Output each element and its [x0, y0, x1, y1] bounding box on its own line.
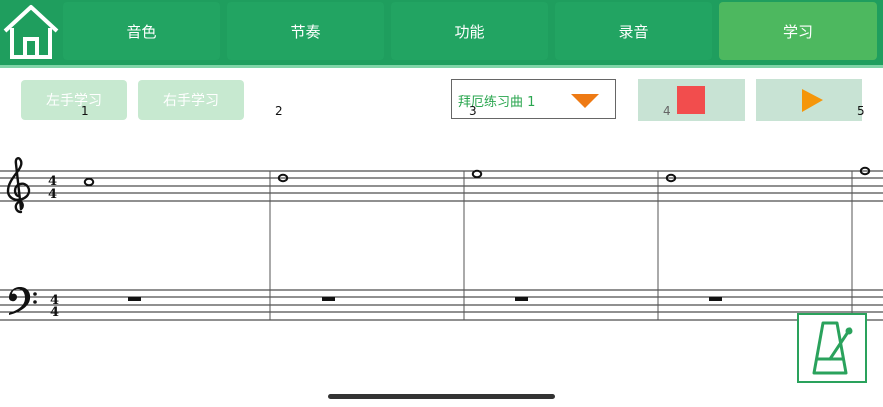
metronome-button[interactable] — [797, 313, 867, 383]
whole-rest — [709, 297, 722, 301]
bass-clef-icon — [9, 287, 37, 315]
home-indicator-bar[interactable] — [328, 394, 555, 399]
whole-rest — [322, 297, 335, 301]
treble-time-signature-bottom: 4 — [48, 187, 57, 202]
whole-rest — [515, 297, 528, 301]
bass-time-signature-bottom: 4 — [50, 305, 59, 320]
metronome-icon — [812, 321, 853, 375]
treble-clef-icon — [6, 156, 31, 214]
grand-staff: 4 4 4 4 — [0, 156, 883, 321]
whole-note — [83, 177, 95, 187]
whole-note — [471, 169, 483, 179]
whole-rest — [128, 297, 141, 301]
